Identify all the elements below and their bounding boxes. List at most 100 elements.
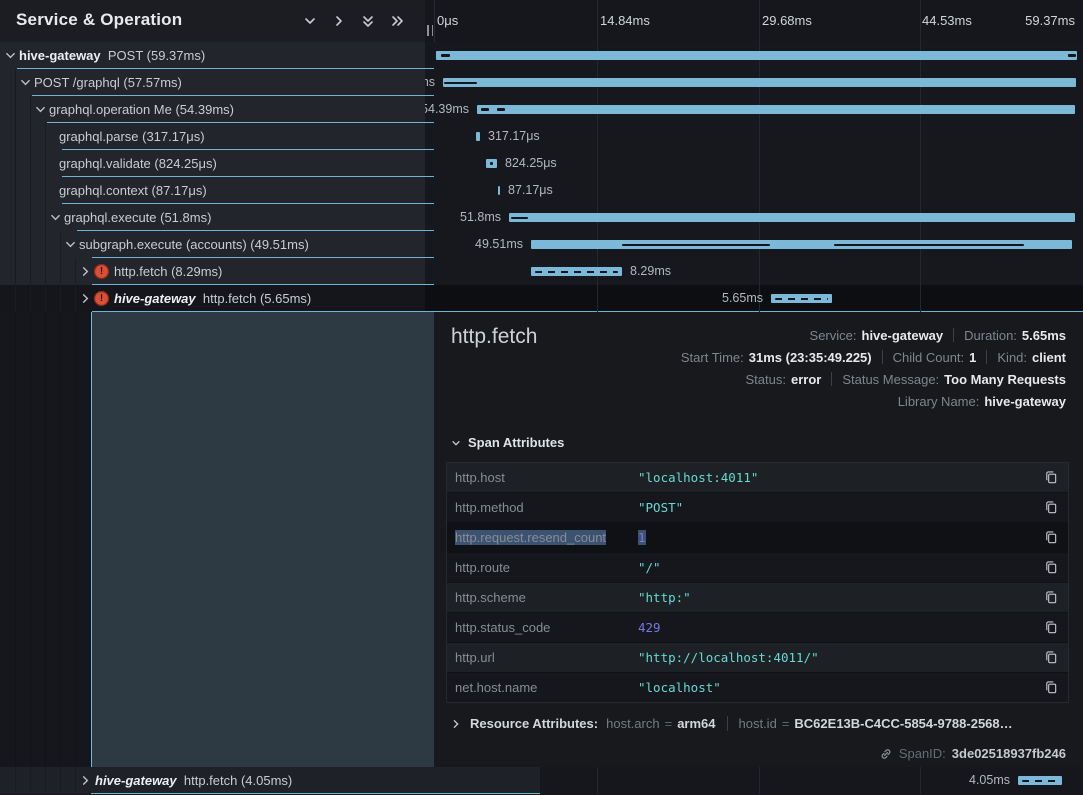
span-bar[interactable] (486, 159, 497, 168)
span-id-label: SpanID: (899, 746, 946, 761)
chevron-down-icon[interactable] (65, 239, 76, 250)
meta-label: Kind: (997, 350, 1027, 365)
bar-self-time-mark (1022, 780, 1058, 782)
meta-value: 1 (969, 350, 976, 365)
tree-row[interactable]: graphql.context (87.17μs) (0, 177, 1083, 204)
indent-guide (45, 231, 46, 258)
copy-icon[interactable] (1044, 560, 1058, 575)
span-bar[interactable] (771, 294, 832, 303)
span-id-value: 3de02518937fb246 (952, 746, 1066, 761)
span-name: graphql.parse (317.17μs) (59, 129, 205, 144)
span-bar[interactable] (1018, 776, 1062, 785)
chevron-right-icon[interactable] (331, 14, 348, 29)
indent-guide (15, 312, 16, 767)
chevron-right-icon[interactable] (80, 775, 91, 786)
copy-icon[interactable] (1044, 470, 1058, 485)
tree-row[interactable]: graphql.validate (824.25μs) (0, 150, 1083, 177)
attribute-value: 429 (638, 620, 661, 635)
span-meta: Service:hive-gatewayDuration:5.65msStart… (681, 324, 1066, 412)
copy-icon[interactable] (1044, 530, 1058, 545)
span-detail-panel: http.fetch Service:hive-gatewayDuration:… (434, 312, 1083, 767)
span-bar[interactable] (531, 267, 622, 276)
meta-label: Status: (746, 372, 786, 387)
copy-icon[interactable] (1044, 650, 1058, 665)
bar-self-time-mark (490, 162, 493, 165)
indent-guide (30, 96, 31, 123)
indent-guide (60, 285, 61, 312)
tree-row-bottom[interactable]: hive-gateway http.fetch (4.05ms) (0, 767, 540, 794)
chevron-down-icon[interactable] (302, 14, 319, 29)
panel-resizer[interactable] (425, 25, 435, 37)
span-bar[interactable] (477, 105, 1075, 114)
attribute-value: "http:" (638, 590, 691, 605)
meta-label: Start Time: (681, 350, 744, 365)
chevron-down-icon (451, 438, 461, 448)
attribute-value: "POST" (638, 500, 683, 515)
copy-icon[interactable] (1044, 680, 1058, 695)
attribute-key: http.request.resend_count (455, 530, 606, 545)
meta-value: Too Many Requests (944, 372, 1066, 387)
indent-guide (45, 150, 46, 177)
span-bar[interactable] (498, 186, 500, 195)
span-bar[interactable] (531, 240, 1072, 249)
bar-self-time-mark (481, 108, 489, 111)
meta-label: Duration: (964, 328, 1017, 343)
span-bar[interactable] (443, 78, 1076, 87)
indent-guide (75, 312, 76, 767)
indent-guide (30, 312, 31, 767)
indent-guide (60, 258, 61, 285)
tree-row[interactable]: graphql.parse (317.17μs) (0, 123, 1083, 150)
meta-divider (882, 350, 883, 364)
meta-divider (831, 372, 832, 386)
indent-guide (15, 285, 16, 312)
indent-guide (30, 150, 31, 177)
chevron-down-icon[interactable] (35, 104, 46, 115)
span-bar[interactable] (476, 132, 480, 141)
indent-guide (60, 231, 61, 258)
indent-guide (15, 204, 16, 231)
resource-attributes-row[interactable]: Resource Attributes:host.arch=arm64host.… (451, 716, 1013, 731)
span-bar[interactable] (509, 213, 1075, 222)
double-chevron-right-icon[interactable] (389, 14, 406, 29)
chevron-down-icon[interactable] (5, 50, 16, 61)
span-id-row: SpanID: 3de02518937fb246 (879, 746, 1066, 761)
ruler-tick: 0μs (437, 13, 458, 28)
meta-label: Status Message: (842, 372, 939, 387)
attribute-key: http.route (455, 560, 510, 575)
indent-guide (45, 204, 46, 231)
span-bar[interactable] (436, 51, 1077, 60)
indent-guide (30, 123, 31, 150)
attribute-value: "localhost" (638, 680, 721, 695)
gridline (597, 767, 598, 794)
attribute-row: http.method"POST" (447, 493, 1068, 523)
indent-guide (15, 231, 16, 258)
span-name: subgraph.execute (accounts) (49.51ms) (79, 237, 309, 252)
copy-icon[interactable] (1044, 620, 1058, 635)
attribute-row: http.url"http://localhost:4011/" (447, 643, 1068, 673)
chevron-down-icon[interactable] (20, 77, 31, 88)
span-name: graphql.operation Me (54.39ms) (49, 102, 234, 117)
bar-self-time-mark (441, 54, 450, 57)
link-icon[interactable] (879, 747, 893, 761)
tree-header-title: Service & Operation (16, 10, 182, 30)
double-chevron-down-icon[interactable] (360, 14, 377, 29)
chevron-right-icon (451, 719, 461, 729)
attribute-row: http.scheme"http:" (447, 583, 1068, 613)
indent-guide (15, 767, 16, 794)
span-attributes-title: Span Attributes (468, 435, 564, 450)
chevron-right-icon[interactable] (80, 293, 91, 304)
chevron-down-icon[interactable] (50, 212, 61, 223)
span-attributes-header[interactable]: Span Attributes (451, 435, 564, 450)
indent-guide (45, 767, 46, 794)
meta-divider (727, 716, 728, 731)
copy-icon[interactable] (1044, 590, 1058, 605)
chevron-right-icon[interactable] (80, 266, 91, 277)
span-duration-label: 4.05ms (969, 773, 1010, 787)
copy-icon[interactable] (1044, 500, 1058, 515)
bar-self-time-mark (497, 108, 505, 111)
ruler-tick: 14.84ms (600, 13, 650, 28)
tree-row-selected[interactable]: !hive-gateway http.fetch (5.65ms) (0, 285, 1083, 312)
error-icon: ! (94, 291, 109, 306)
attribute-row: net.host.name"localhost" (447, 673, 1068, 702)
span-name: POST /graphql (57.57ms) (34, 75, 182, 90)
